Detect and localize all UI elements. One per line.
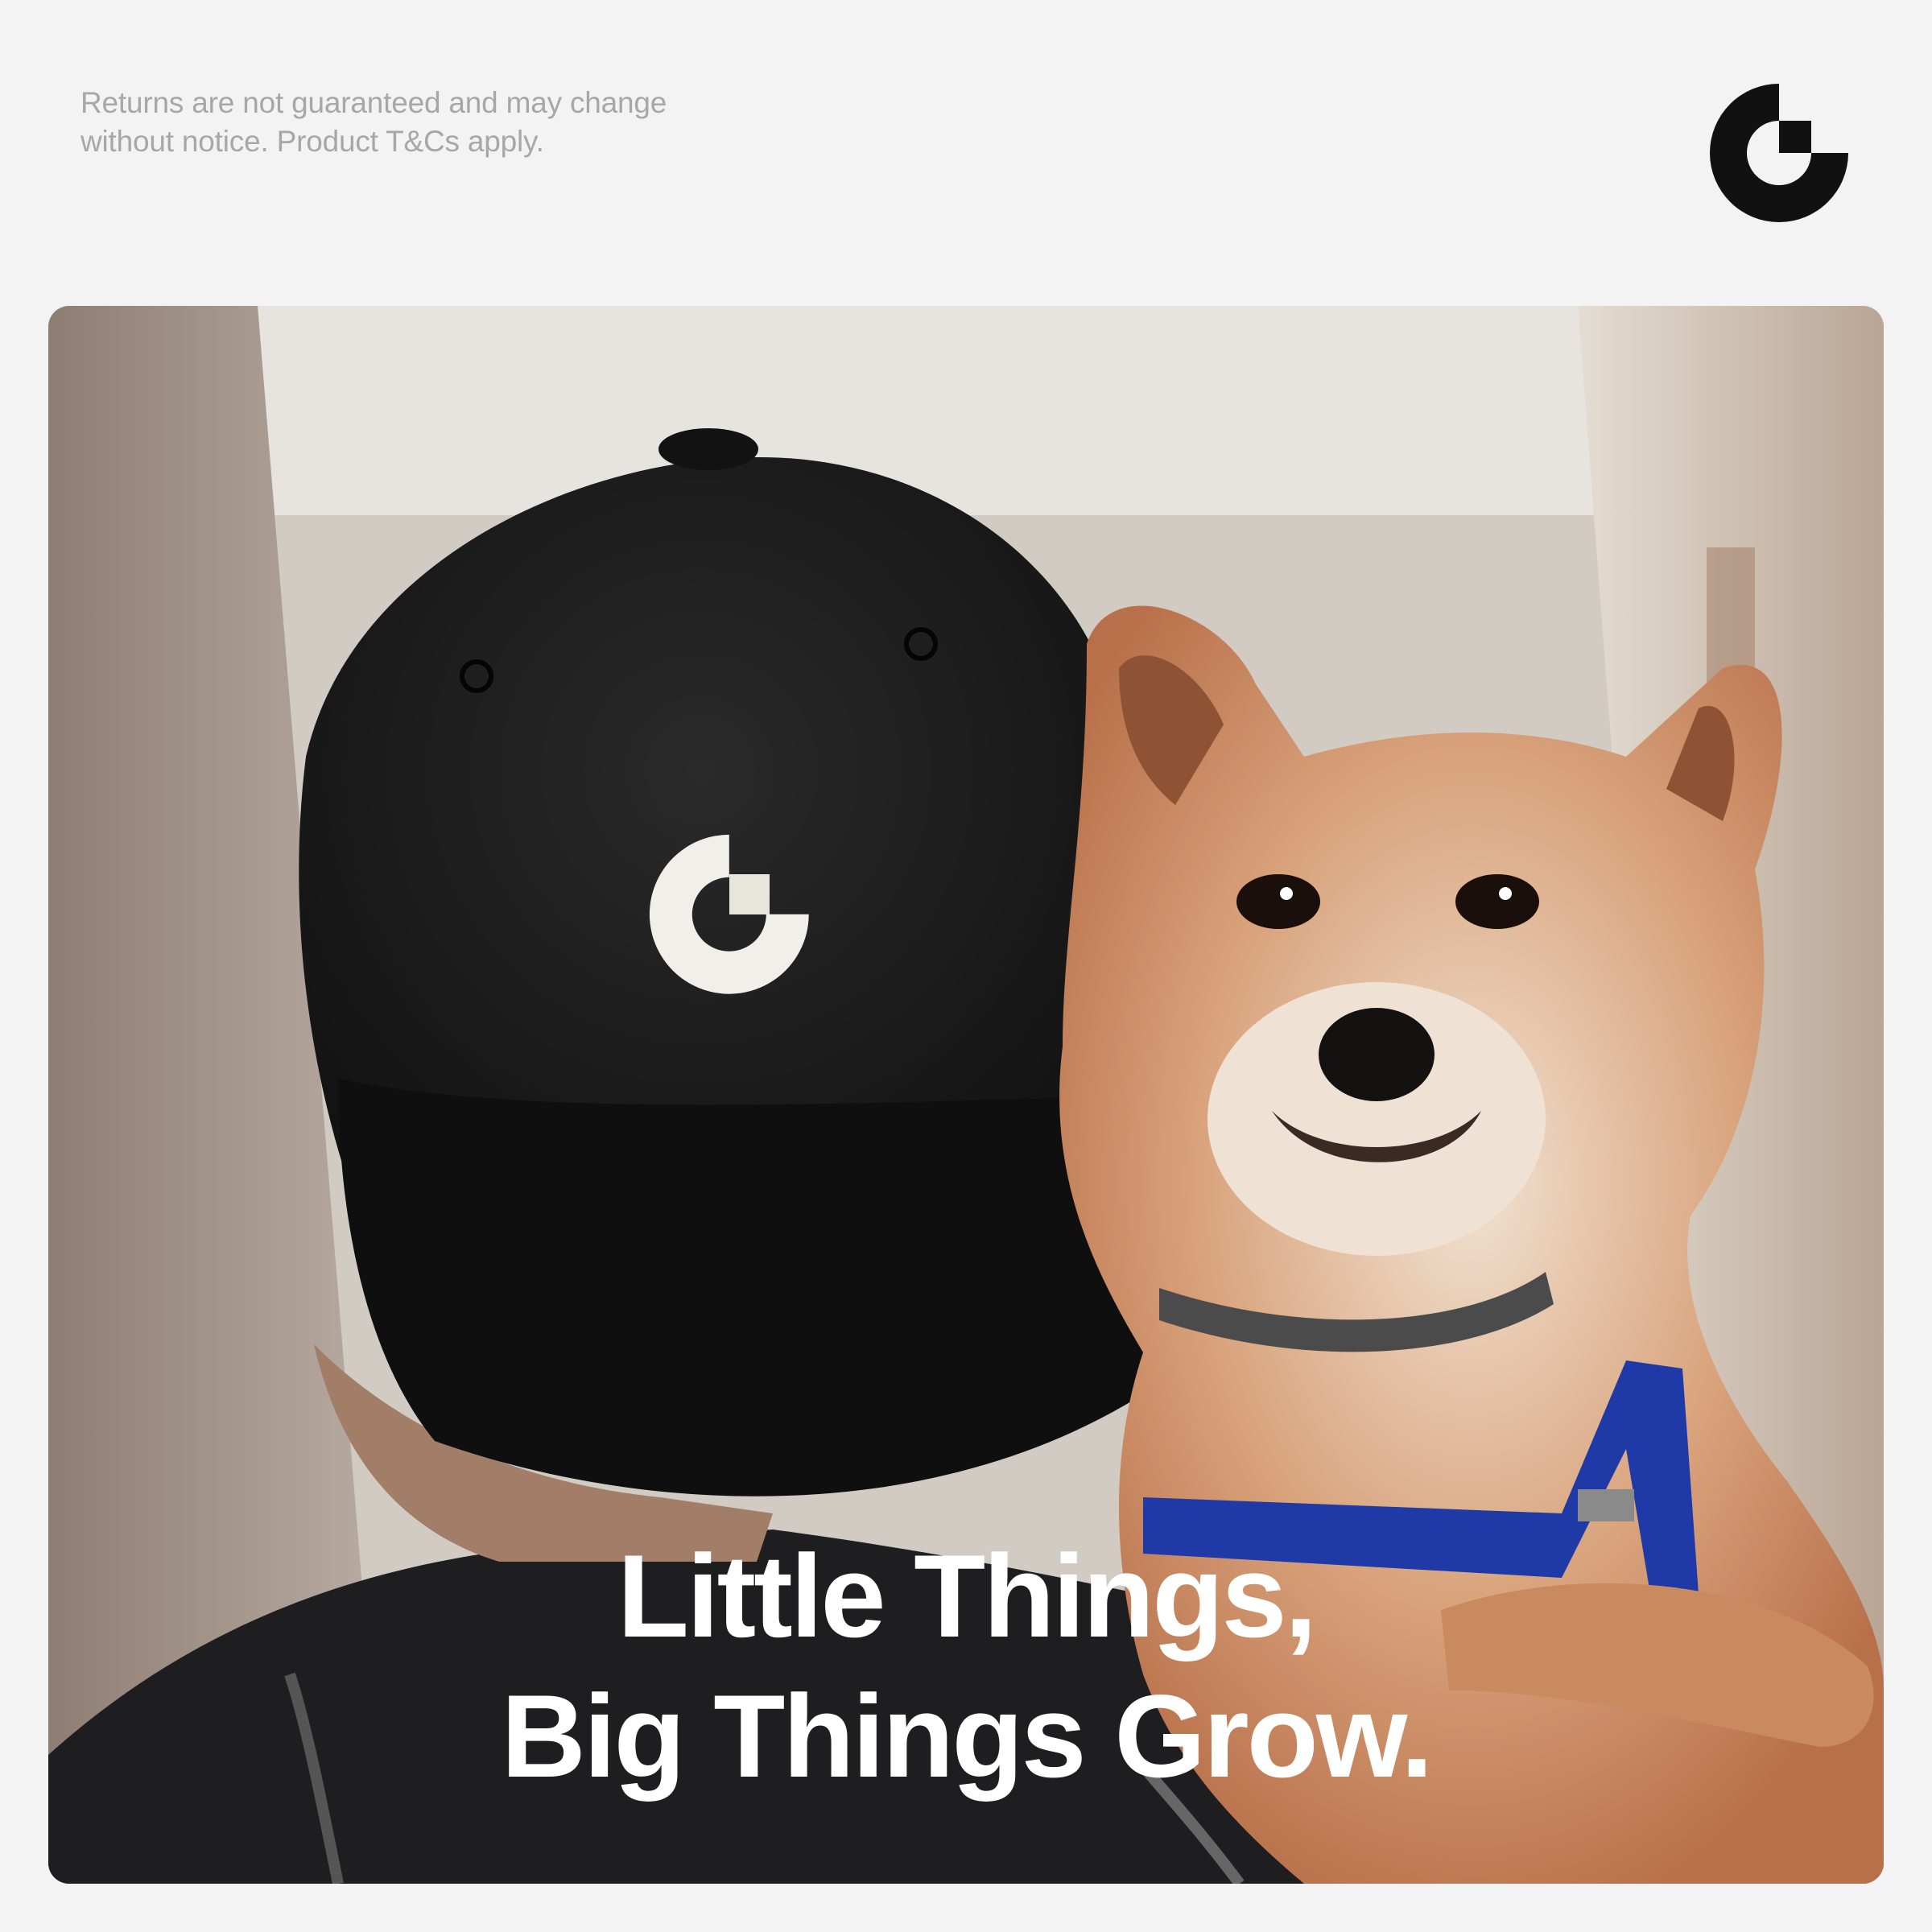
disclaimer-line-2: without notice. Product T&Cs apply. bbox=[80, 125, 544, 158]
brand-g-logo-icon bbox=[1705, 79, 1853, 227]
ad-page: Returns are not guaranteed and may chang… bbox=[0, 0, 1932, 1932]
headline-line-1: Little Things, bbox=[617, 1530, 1317, 1662]
headline-line-2: Big Things Grow. bbox=[501, 1670, 1433, 1802]
disclaimer-line-1: Returns are not guaranteed and may chang… bbox=[80, 86, 667, 119]
disclaimer-text: Returns are not guaranteed and may chang… bbox=[80, 84, 805, 161]
headline: Little Things, Big Things Grow. bbox=[48, 1526, 1884, 1806]
hero-photo: Little Things, Big Things Grow. bbox=[48, 306, 1884, 1884]
